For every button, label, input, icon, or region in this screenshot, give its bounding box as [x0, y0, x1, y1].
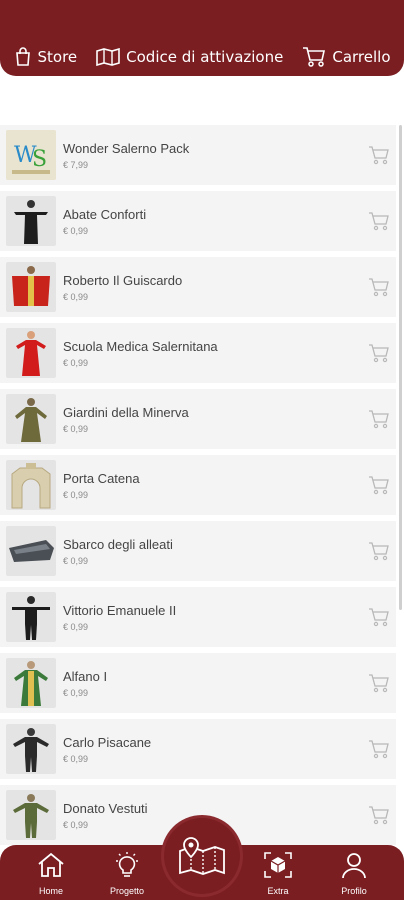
tab-cart-label: Carrello [332, 48, 391, 66]
user-icon [342, 853, 366, 879]
add-to-cart-icon[interactable] [368, 343, 390, 363]
add-to-cart-icon[interactable] [368, 739, 390, 759]
add-to-cart-icon[interactable] [368, 475, 390, 495]
product-title: Carlo Pisacane [63, 735, 152, 750]
nav-progetto[interactable]: Progetto [97, 851, 157, 896]
map-pin-icon [179, 837, 225, 875]
product-thumbnail [6, 460, 56, 510]
product-thumbnail [6, 658, 56, 708]
figure-green-uniform-icon [13, 794, 49, 838]
top-header: Store Codice di attivazione Carrello [0, 0, 404, 76]
product-price: € 0,99 [63, 556, 89, 566]
product-price: € 0,99 [63, 688, 89, 698]
product-price: € 0,99 [63, 292, 89, 302]
tab-store[interactable]: Store [14, 47, 78, 67]
product-thumbnail [6, 724, 56, 774]
product-title: Alfano I [63, 669, 108, 684]
list-item[interactable]: Giardini della Minerva € 0,99 [0, 389, 396, 455]
figure-red-cloak-icon [12, 266, 50, 306]
header-tabs: Store Codice di attivazione Carrello [0, 40, 404, 74]
figure-red-dress-icon [16, 331, 46, 376]
product-price: € 0,99 [63, 820, 89, 830]
product-price: € 0,99 [63, 424, 89, 434]
bag-icon [15, 47, 30, 66]
add-to-cart-icon[interactable] [368, 145, 390, 165]
product-price: € 0,99 [63, 490, 89, 500]
nav-home[interactable]: Home [21, 851, 81, 896]
ar-box-icon [264, 852, 292, 878]
figure-green-vestment-icon [14, 661, 48, 706]
add-to-cart-icon[interactable] [368, 211, 390, 231]
product-title: Porta Catena [63, 471, 140, 486]
map-icon [96, 48, 120, 66]
list-item[interactable]: Porta Catena € 0,99 [0, 455, 396, 521]
nav-profilo-label: Profilo [341, 886, 367, 896]
product-title: Roberto Il Guiscardo [63, 273, 183, 288]
list-item[interactable]: Carlo Pisacane € 0,99 [0, 719, 396, 785]
wonder-salerno-logo-icon: W S [6, 130, 56, 180]
scrollbar[interactable] [399, 125, 402, 610]
add-to-cart-icon[interactable] [368, 277, 390, 297]
nav-extra-label: Extra [267, 886, 289, 896]
list-item[interactable]: Abate Conforti € 0,99 [0, 191, 396, 257]
list-item[interactable]: Vittorio Emanuele II € 0,99 [0, 587, 396, 653]
list-item[interactable]: W S Wonder Salerno Pack € 7,99 [0, 125, 396, 191]
product-title: Vittorio Emanuele II [63, 603, 177, 618]
nav-home-label: Home [38, 886, 63, 896]
add-to-cart-icon[interactable] [368, 409, 390, 429]
lightbulb-icon [116, 852, 138, 877]
add-to-cart-icon[interactable] [368, 805, 390, 825]
product-thumbnail [6, 196, 56, 246]
add-to-cart-icon[interactable] [368, 673, 390, 693]
list-item[interactable]: Roberto Il Guiscardo € 0,99 [0, 257, 396, 323]
list-item[interactable]: Alfano I € 0,99 [0, 653, 396, 719]
tab-activation-code-label: Codice di attivazione [126, 48, 284, 66]
product-title: Wonder Salerno Pack [63, 141, 190, 156]
home-icon [38, 852, 64, 877]
product-thumbnail [6, 790, 56, 840]
product-price: € 0,99 [63, 754, 89, 764]
map-center-button[interactable] [164, 818, 240, 894]
tab-cart[interactable]: Carrello [302, 46, 391, 68]
nav-profilo[interactable]: Profilo [324, 851, 384, 896]
product-thumbnail [6, 262, 56, 312]
product-thumbnail [6, 592, 56, 642]
figure-black-robe-icon [14, 200, 48, 244]
product-title: Donato Vestuti [63, 801, 148, 816]
product-title: Scuola Medica Salernitana [63, 339, 218, 354]
nav-progetto-label: Progetto [109, 886, 145, 896]
list-item[interactable]: Sbarco degli alleati € 0,99 [0, 521, 396, 587]
figure-dark-suit-icon [13, 728, 49, 772]
product-title: Giardini della Minerva [63, 405, 189, 420]
tab-store-label: Store [37, 48, 78, 66]
product-price: € 0,99 [63, 226, 89, 236]
product-thumbnail: W S [6, 130, 56, 180]
product-list: W S Wonder Salerno Pack € 7,99 Abate Con… [0, 125, 396, 851]
add-to-cart-icon[interactable] [368, 541, 390, 561]
product-price: € 0,99 [63, 622, 89, 632]
svg-text:S: S [32, 147, 47, 172]
gate-arch-icon [11, 463, 51, 509]
add-to-cart-icon[interactable] [368, 607, 390, 627]
figure-dark-uniform-icon [12, 596, 50, 640]
product-thumbnail [6, 526, 56, 576]
landing-boat-icon [9, 540, 54, 562]
nav-extra[interactable]: Extra [248, 851, 308, 896]
list-item[interactable]: Scuola Medica Salernitana € 0,99 [0, 323, 396, 389]
product-price: € 7,99 [63, 160, 89, 170]
cart-icon [303, 47, 326, 67]
product-price: € 0,99 [63, 358, 89, 368]
product-thumbnail [6, 394, 56, 444]
product-title: Sbarco degli alleati [63, 537, 173, 552]
tab-activation-code[interactable]: Codice di attivazione [96, 48, 283, 66]
figure-brown-robe-icon [15, 398, 47, 442]
product-title: Abate Conforti [63, 207, 147, 222]
product-thumbnail [6, 328, 56, 378]
